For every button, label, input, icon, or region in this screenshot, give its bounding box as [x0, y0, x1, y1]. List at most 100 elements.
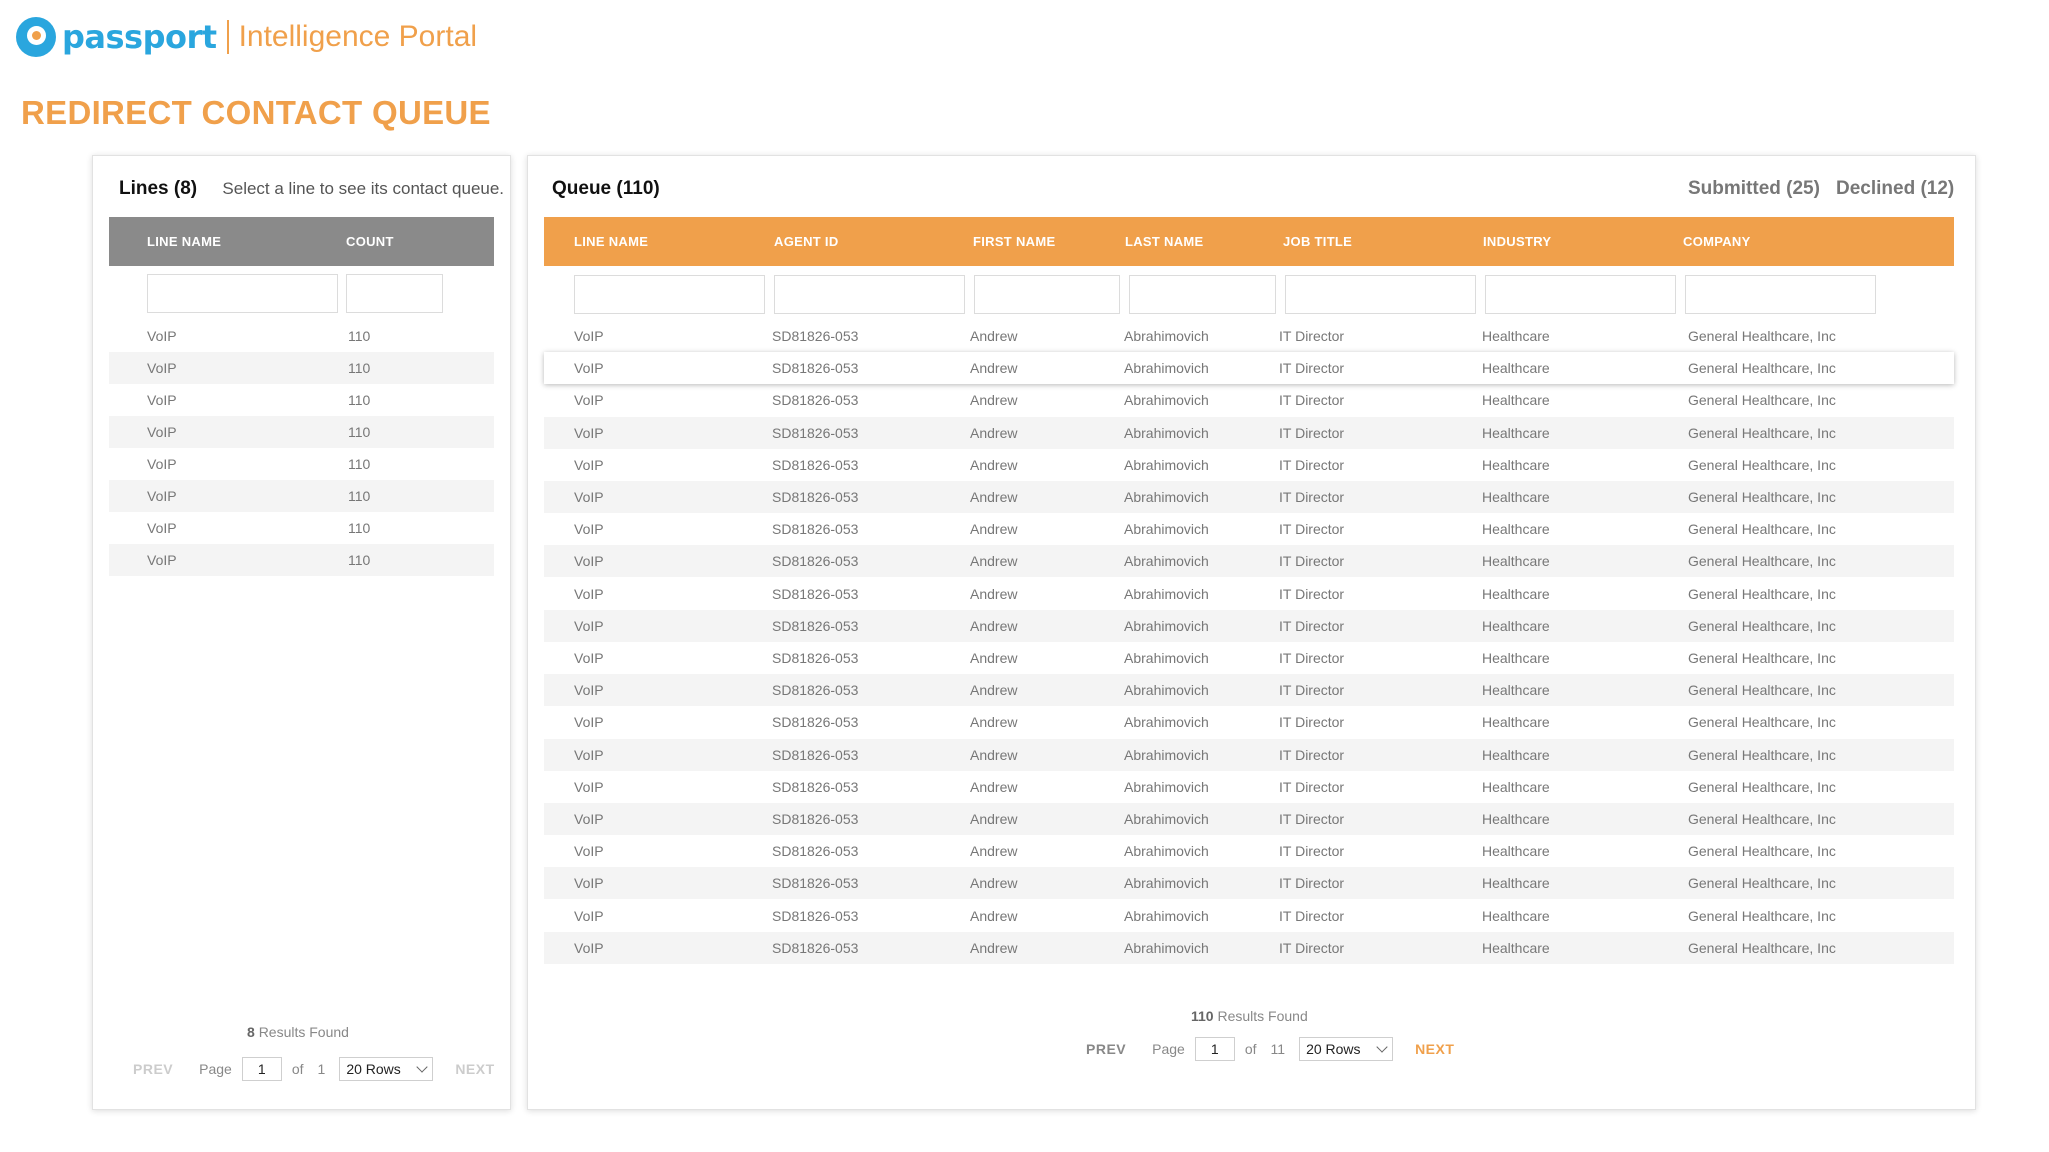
submitted-tab[interactable]: Submitted (25) — [1688, 178, 1820, 200]
cell-agent-id: SD81826-053 — [772, 521, 859, 537]
queue-rows-select[interactable]: 20 Rows — [1299, 1037, 1394, 1061]
logo-text: passport — [62, 18, 217, 56]
cell-last-name: Abrahimovich — [1124, 908, 1209, 924]
cell-count: 110 — [348, 424, 371, 440]
table-row[interactable]: VoIP SD81826-053 Andrew Abrahimovich IT Dire… — [544, 835, 1954, 867]
table-row[interactable]: VoIP SD81826-053 Andrew Abrahimovich IT Dire… — [544, 352, 1954, 384]
table-row[interactable]: VoIP SD81826-053 Andrew Abrahimovich IT Dire… — [544, 706, 1954, 738]
cell-industry: Healthcare — [1482, 586, 1550, 602]
queue-rows-value: 20 Rows — [1306, 1041, 1361, 1057]
cell-company: General Healthcare, Inc — [1688, 650, 1836, 666]
queue-prev-button[interactable]: PREV — [1086, 1041, 1126, 1057]
filter-line-name-input[interactable] — [574, 275, 765, 314]
cell-job-title: IT Director — [1279, 425, 1345, 441]
cell-company: General Healthcare, Inc — [1688, 489, 1836, 505]
lines-table-header: LINE NAME COUNT — [109, 217, 494, 266]
table-row[interactable]: VoIP SD81826-053 Andrew Abrahimovich IT Dire… — [544, 481, 1954, 513]
filter-first-name-input[interactable] — [974, 275, 1120, 314]
queue-page-input[interactable] — [1194, 1037, 1235, 1061]
table-row[interactable]: VoIP SD81826-053 Andrew Abrahimovich IT Dire… — [544, 932, 1954, 964]
table-row[interactable]: VoIP SD81826-053 Andrew Abrahimovich IT Dire… — [544, 417, 1954, 449]
table-row[interactable]: VoIP SD81826-053 Andrew Abrahimovich IT Dire… — [544, 545, 1954, 577]
table-row[interactable]: VoIP SD81826-053 Andrew Abrahimovich IT Dire… — [544, 867, 1954, 899]
filter-job-title-input[interactable] — [1285, 275, 1476, 314]
cell-count: 110 — [348, 520, 371, 536]
declined-tab[interactable]: Declined (12) — [1836, 178, 1954, 200]
queue-title: Queue (110) — [552, 178, 660, 199]
lines-results-found: 8 Results Found — [247, 1024, 349, 1040]
header-divider — [226, 20, 229, 54]
cell-line-name: VoIP — [574, 650, 604, 666]
cell-line-name: VoIP — [574, 940, 604, 956]
filter-last-name-input[interactable] — [1129, 275, 1276, 314]
cell-agent-id: SD81826-053 — [772, 940, 859, 956]
cell-industry: Healthcare — [1482, 489, 1550, 505]
queue-next-button[interactable]: NEXT — [1415, 1041, 1454, 1057]
portal-name: Intelligence Portal — [238, 20, 478, 53]
lines-panel: Lines (8) Select a line to see its conta… — [92, 155, 511, 1110]
table-row[interactable]: VoIP SD81826-053 Andrew Abrahimovich IT Dire… — [544, 578, 1954, 610]
col-header-line-name[interactable]: LINE NAME — [574, 234, 648, 249]
cell-last-name: Abrahimovich — [1124, 875, 1209, 891]
filter-count-input[interactable] — [346, 274, 443, 313]
lines-next-button[interactable]: NEXT — [455, 1061, 494, 1077]
table-row[interactable]: VoIP SD81826-053 Andrew Abrahimovich IT Dire… — [544, 449, 1954, 481]
table-row[interactable]: VoIP SD81826-053 Andrew Abrahimovich IT Dire… — [544, 674, 1954, 706]
cell-job-title: IT Director — [1279, 940, 1345, 956]
col-header-agent-id[interactable]: AGENT ID — [774, 234, 839, 249]
table-row[interactable]: VoIP 110 — [109, 352, 494, 384]
cell-count: 110 — [348, 328, 371, 344]
cell-agent-id: SD81826-053 — [772, 779, 859, 795]
cell-count: 110 — [348, 456, 371, 472]
cell-first-name: Andrew — [970, 618, 1018, 634]
table-row[interactable]: VoIP 110 — [109, 544, 494, 576]
table-row[interactable]: VoIP SD81826-053 Andrew Abrahimovich IT Dire… — [544, 642, 1954, 674]
cell-line-name: VoIP — [574, 328, 604, 344]
filter-line-name-input[interactable] — [147, 274, 338, 313]
table-row[interactable]: VoIP SD81826-053 Andrew Abrahimovich IT Dire… — [544, 803, 1954, 835]
table-row[interactable]: VoIP 110 — [109, 320, 494, 352]
queue-panel: Queue (110) Submitted (25) Declined (12)… — [527, 155, 1976, 1110]
cell-line-name: VoIP — [574, 489, 604, 505]
cell-last-name: Abrahimovich — [1124, 650, 1209, 666]
table-row[interactable]: VoIP 110 — [109, 416, 494, 448]
col-header-company[interactable]: COMPANY — [1683, 234, 1751, 249]
cell-job-title: IT Director — [1279, 714, 1345, 730]
col-header-line-name[interactable]: LINE NAME — [147, 234, 221, 249]
lines-rows-select[interactable]: 20 Rows — [339, 1057, 434, 1081]
cell-job-title: IT Director — [1279, 489, 1345, 505]
queue-pager: PREV Page of 11 20 Rows NEXT — [1086, 1037, 1454, 1061]
cell-first-name: Andrew — [970, 553, 1018, 569]
table-row[interactable]: VoIP 110 — [109, 512, 494, 544]
table-row[interactable]: VoIP SD81826-053 Andrew Abrahimovich IT Dire… — [544, 900, 1954, 932]
filter-industry-input[interactable] — [1485, 275, 1676, 314]
lines-prev-button[interactable]: PREV — [133, 1061, 173, 1077]
table-row[interactable]: VoIP SD81826-053 Andrew Abrahimovich IT Dire… — [544, 320, 1954, 352]
table-row[interactable]: VoIP SD81826-053 Andrew Abrahimovich IT Dire… — [544, 610, 1954, 642]
cell-agent-id: SD81826-053 — [772, 392, 859, 408]
col-header-job-title[interactable]: JOB TITLE — [1283, 234, 1352, 249]
cell-industry: Healthcare — [1482, 328, 1550, 344]
table-row[interactable]: VoIP 110 — [109, 480, 494, 512]
col-header-first-name[interactable]: FIRST NAME — [973, 234, 1055, 249]
cell-agent-id: SD81826-053 — [772, 457, 859, 473]
filter-company-input[interactable] — [1685, 275, 1876, 314]
cell-industry: Healthcare — [1482, 553, 1550, 569]
table-row[interactable]: VoIP SD81826-053 Andrew Abrahimovich IT Dire… — [544, 513, 1954, 545]
cell-job-title: IT Director — [1279, 908, 1345, 924]
cell-first-name: Andrew — [970, 586, 1018, 602]
cell-job-title: IT Director — [1279, 521, 1345, 537]
cell-line-name: VoIP — [574, 843, 604, 859]
table-row[interactable]: VoIP SD81826-053 Andrew Abrahimovich IT Dire… — [544, 739, 1954, 771]
col-header-count[interactable]: COUNT — [346, 234, 394, 249]
cell-agent-id: SD81826-053 — [772, 714, 859, 730]
table-row[interactable]: VoIP SD81826-053 Andrew Abrahimovich IT Dire… — [544, 384, 1954, 416]
cell-industry: Healthcare — [1482, 618, 1550, 634]
table-row[interactable]: VoIP SD81826-053 Andrew Abrahimovich IT Dire… — [544, 771, 1954, 803]
table-row[interactable]: VoIP 110 — [109, 384, 494, 416]
col-header-industry[interactable]: INDUSTRY — [1483, 234, 1551, 249]
col-header-last-name[interactable]: LAST NAME — [1125, 234, 1204, 249]
filter-agent-id-input[interactable] — [774, 275, 965, 314]
table-row[interactable]: VoIP 110 — [109, 448, 494, 480]
lines-page-input[interactable] — [241, 1057, 282, 1081]
